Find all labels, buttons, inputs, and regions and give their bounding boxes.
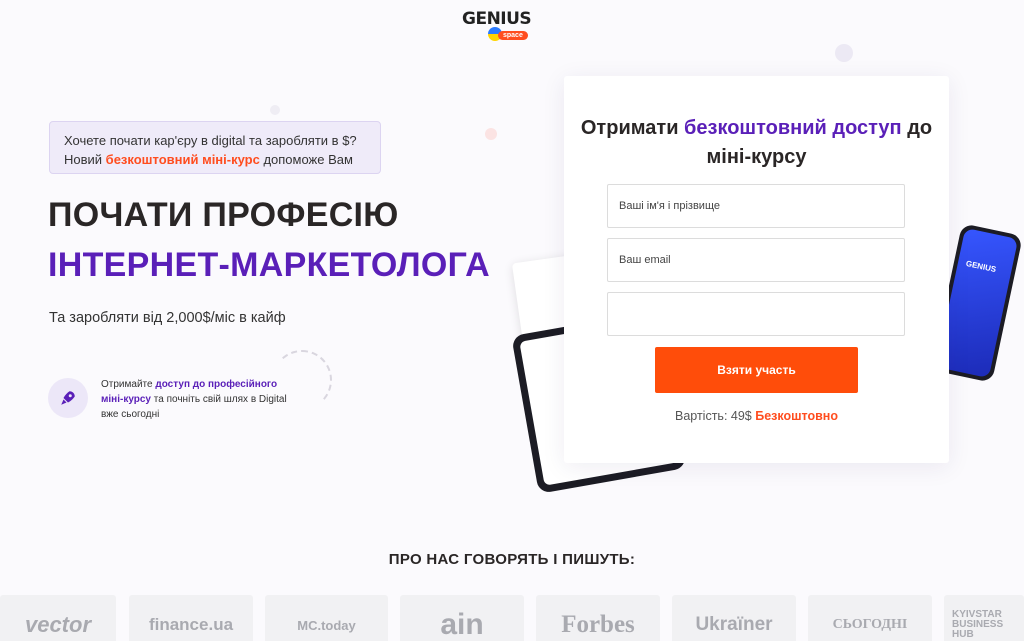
price-old: 49$ — [730, 409, 752, 423]
name-input[interactable] — [607, 184, 905, 228]
decor-arc — [272, 350, 332, 410]
decor-dot — [485, 128, 497, 140]
form-title: Отримати безкоштовний доступ до міні-кур… — [564, 114, 949, 172]
offer-text: Отримайте доступ до професійного міні-ку… — [101, 377, 291, 422]
intro-line-1: Хочете почати кар'єру в digital та зароб… — [64, 133, 357, 148]
signup-form: Отримати безкоштовний доступ до міні-кур… — [564, 76, 949, 463]
decor-dot — [835, 44, 853, 62]
intro-line2-prefix: Новий — [64, 152, 106, 167]
email-input[interactable] — [607, 238, 905, 282]
logo[interactable]: GENIUS space — [462, 9, 538, 43]
intro-line2-suffix: допоможе Вам — [259, 152, 353, 167]
phone-input[interactable] — [607, 292, 905, 336]
price-label: Вартість: — [674, 409, 731, 423]
press-logo-finance[interactable]: finance.ua — [129, 595, 253, 641]
logo-badge: space — [498, 31, 528, 40]
headline-line-2: ІНТЕРНЕТ-МАРКЕТОЛОГА — [48, 246, 490, 284]
decor-dot — [270, 105, 280, 115]
press-logo-forbes[interactable]: Forbes — [536, 595, 660, 641]
price-line: Вартість: 49$ Безкоштовно — [564, 409, 949, 423]
submit-button[interactable]: Взяти участь — [655, 347, 858, 393]
intro-line-2: Новий безкоштовний міні-курс допоможе Ва… — [64, 150, 366, 169]
headline-line-1: ПОЧАТИ ПРОФЕСІЮ — [48, 196, 399, 234]
subtext: Та заробляти від 2,000$/міс в кайф — [49, 310, 286, 326]
form-title-highlight: безкоштовний доступ — [684, 117, 902, 139]
form-title-prefix: Отримати — [580, 117, 685, 139]
logo-text: GENIUS — [462, 9, 532, 29]
press-title: ПРО НАС ГОВОРЯТЬ І ПИШУТЬ: — [388, 551, 636, 568]
press-logo-kyivstar[interactable]: KYIVSTAR BUSINESS HUB — [944, 595, 1024, 641]
press-logo-mctoday[interactable]: MC.today — [265, 595, 388, 641]
press-logo-ain[interactable]: ain — [400, 595, 524, 641]
offer-prefix: Отримайте — [101, 379, 156, 390]
press-logo-ukrainer[interactable]: Ukraïner — [672, 595, 796, 641]
press-logo-sogodni[interactable]: СЬОГОДНІ — [808, 595, 932, 641]
rocket-icon — [48, 378, 88, 418]
intro-highlight: безкоштовний міні-курс — [105, 152, 260, 167]
price-free: Безкоштовно — [755, 409, 838, 423]
press-logo-vector[interactable]: vector — [0, 595, 116, 641]
intro-box: Хочете почати кар'єру в digital та зароб… — [49, 121, 381, 174]
